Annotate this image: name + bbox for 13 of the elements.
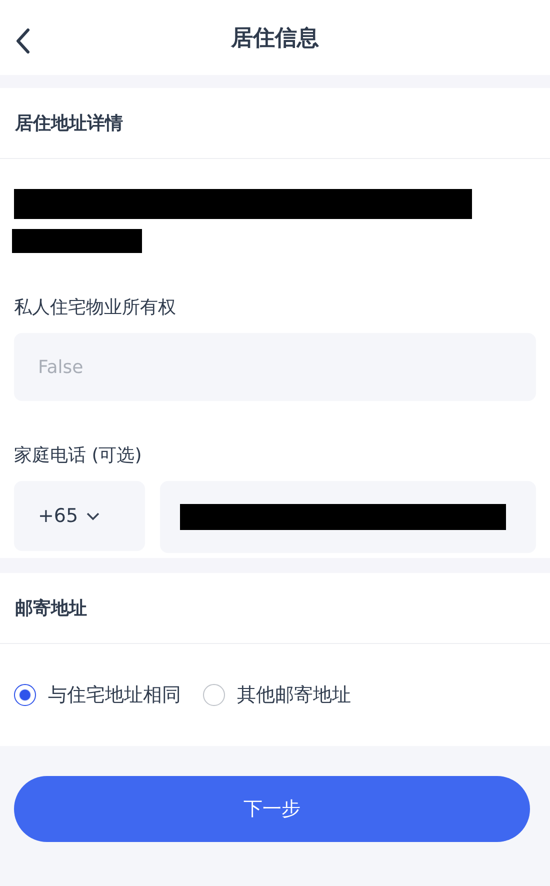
chevron-down-icon: [86, 512, 100, 520]
radio-option[interactable]: 其他邮寄地址: [203, 682, 351, 708]
phone-number-field[interactable]: [160, 481, 536, 553]
field-label: 私人住宅物业所有权: [14, 296, 177, 319]
section-title: 居住地址详情: [15, 112, 123, 135]
next-button[interactable]: 下一步: [14, 776, 530, 842]
country-code-dropdown[interactable]: +65: [14, 481, 145, 551]
section-title: 邮寄地址: [15, 597, 87, 620]
field-label: 家庭电话 (可选): [14, 444, 143, 467]
page-title: 居住信息: [231, 24, 319, 52]
radio-button[interactable]: [203, 684, 225, 706]
radio-button[interactable]: [14, 684, 36, 706]
radio-option[interactable]: 与住宅地址相同: [14, 682, 181, 708]
